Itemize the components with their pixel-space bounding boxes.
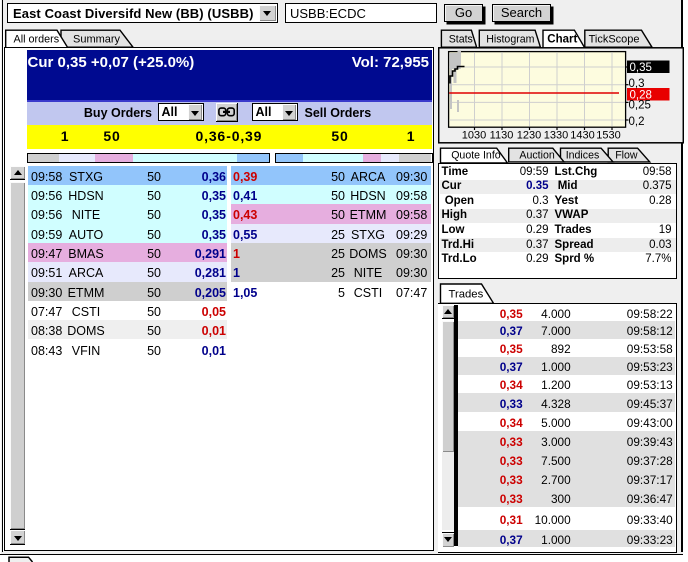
svg-text:Summary: Summary bbox=[73, 34, 121, 46]
svg-text:Stats: Stats bbox=[449, 34, 473, 46]
svg-text:1130: 1130 bbox=[489, 130, 513, 142]
svg-text:0,25: 0,25 bbox=[628, 100, 650, 112]
svg-text:Histogram: Histogram bbox=[486, 34, 534, 46]
svg-text:TickScope: TickScope bbox=[589, 34, 640, 46]
svg-text:1430: 1430 bbox=[570, 130, 594, 142]
svg-text:Trades: Trades bbox=[448, 288, 483, 300]
svg-text:1030: 1030 bbox=[461, 130, 485, 142]
svg-text:0,2: 0,2 bbox=[628, 116, 644, 128]
svg-text:Chart: Chart bbox=[547, 34, 577, 46]
svg-text:All orders: All orders bbox=[14, 34, 60, 46]
svg-text:Quote Info: Quote Info bbox=[451, 149, 501, 161]
svg-text:0,3: 0,3 bbox=[628, 78, 644, 90]
svg-text:Flow: Flow bbox=[615, 149, 638, 161]
svg-text:0,35: 0,35 bbox=[629, 62, 651, 74]
svg-text:1330: 1330 bbox=[543, 130, 567, 142]
svg-text:Indices: Indices bbox=[565, 149, 599, 161]
svg-text:1530: 1530 bbox=[596, 130, 620, 142]
svg-text:1230: 1230 bbox=[516, 130, 540, 142]
svg-text:Auction: Auction bbox=[519, 149, 554, 161]
